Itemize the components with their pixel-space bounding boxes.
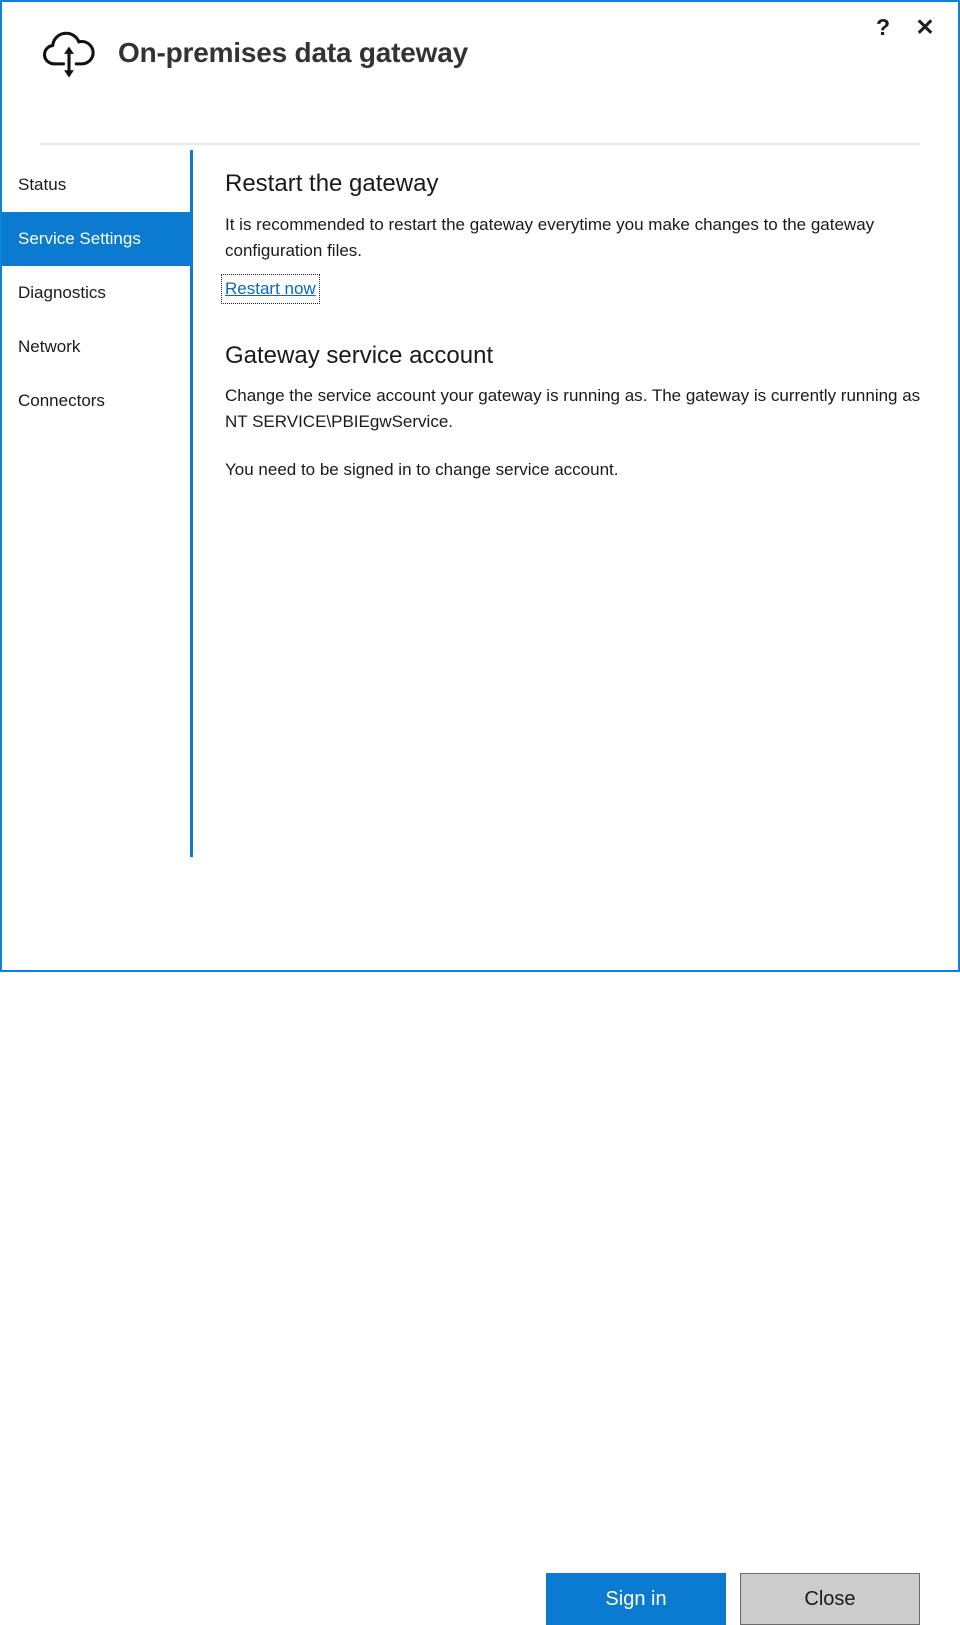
restart-link-container: Restart now: [225, 278, 934, 300]
sidebar-item-label: Connectors: [18, 391, 105, 411]
sidebar-separator: [190, 150, 193, 857]
service-account-description: Change the service account your gateway …: [225, 383, 925, 435]
title-bar: On-premises data gateway ? ✕: [2, 2, 958, 118]
service-account-note: You need to be signed in to change servi…: [225, 457, 925, 483]
gateway-dialog-window: On-premises data gateway ? ✕ Status Serv…: [0, 0, 960, 972]
page-title: On-premises data gateway: [118, 37, 468, 69]
sidebar-item-service-settings[interactable]: Service Settings: [2, 212, 190, 266]
sidebar-item-diagnostics[interactable]: Diagnostics: [2, 266, 190, 320]
app-title-block: On-premises data gateway: [40, 24, 468, 82]
sidebar-item-label: Network: [18, 337, 80, 357]
sidebar-item-connectors[interactable]: Connectors: [2, 374, 190, 428]
service-account-heading: Gateway service account: [225, 342, 934, 370]
footer-button-row: Sign in Close: [546, 1573, 920, 1625]
restart-now-link[interactable]: Restart now: [225, 278, 316, 300]
sign-in-button[interactable]: Sign in: [546, 1573, 726, 1625]
dialog-body: Status Service Settings Diagnostics Netw…: [2, 158, 958, 970]
dialog-footer: Sign in Close: [2, 854, 958, 970]
close-icon[interactable]: ✕: [904, 10, 946, 44]
sidebar-nav: Status Service Settings Diagnostics Netw…: [2, 158, 190, 428]
close-button[interactable]: Close: [740, 1573, 920, 1625]
header-divider: [40, 143, 920, 145]
sidebar-item-label: Diagnostics: [18, 283, 106, 303]
restart-section-description: It is recommended to restart the gateway…: [225, 212, 925, 264]
sidebar-item-label: Service Settings: [18, 229, 141, 249]
sidebar-item-status[interactable]: Status: [2, 158, 190, 212]
help-icon[interactable]: ?: [862, 10, 904, 44]
sidebar-item-network[interactable]: Network: [2, 320, 190, 374]
cloud-sync-icon: [40, 24, 98, 82]
main-content: Restart the gateway It is recommended to…: [225, 170, 934, 483]
sidebar-item-label: Status: [18, 175, 66, 195]
restart-section-heading: Restart the gateway: [225, 170, 934, 198]
window-controls: ? ✕: [862, 10, 946, 44]
